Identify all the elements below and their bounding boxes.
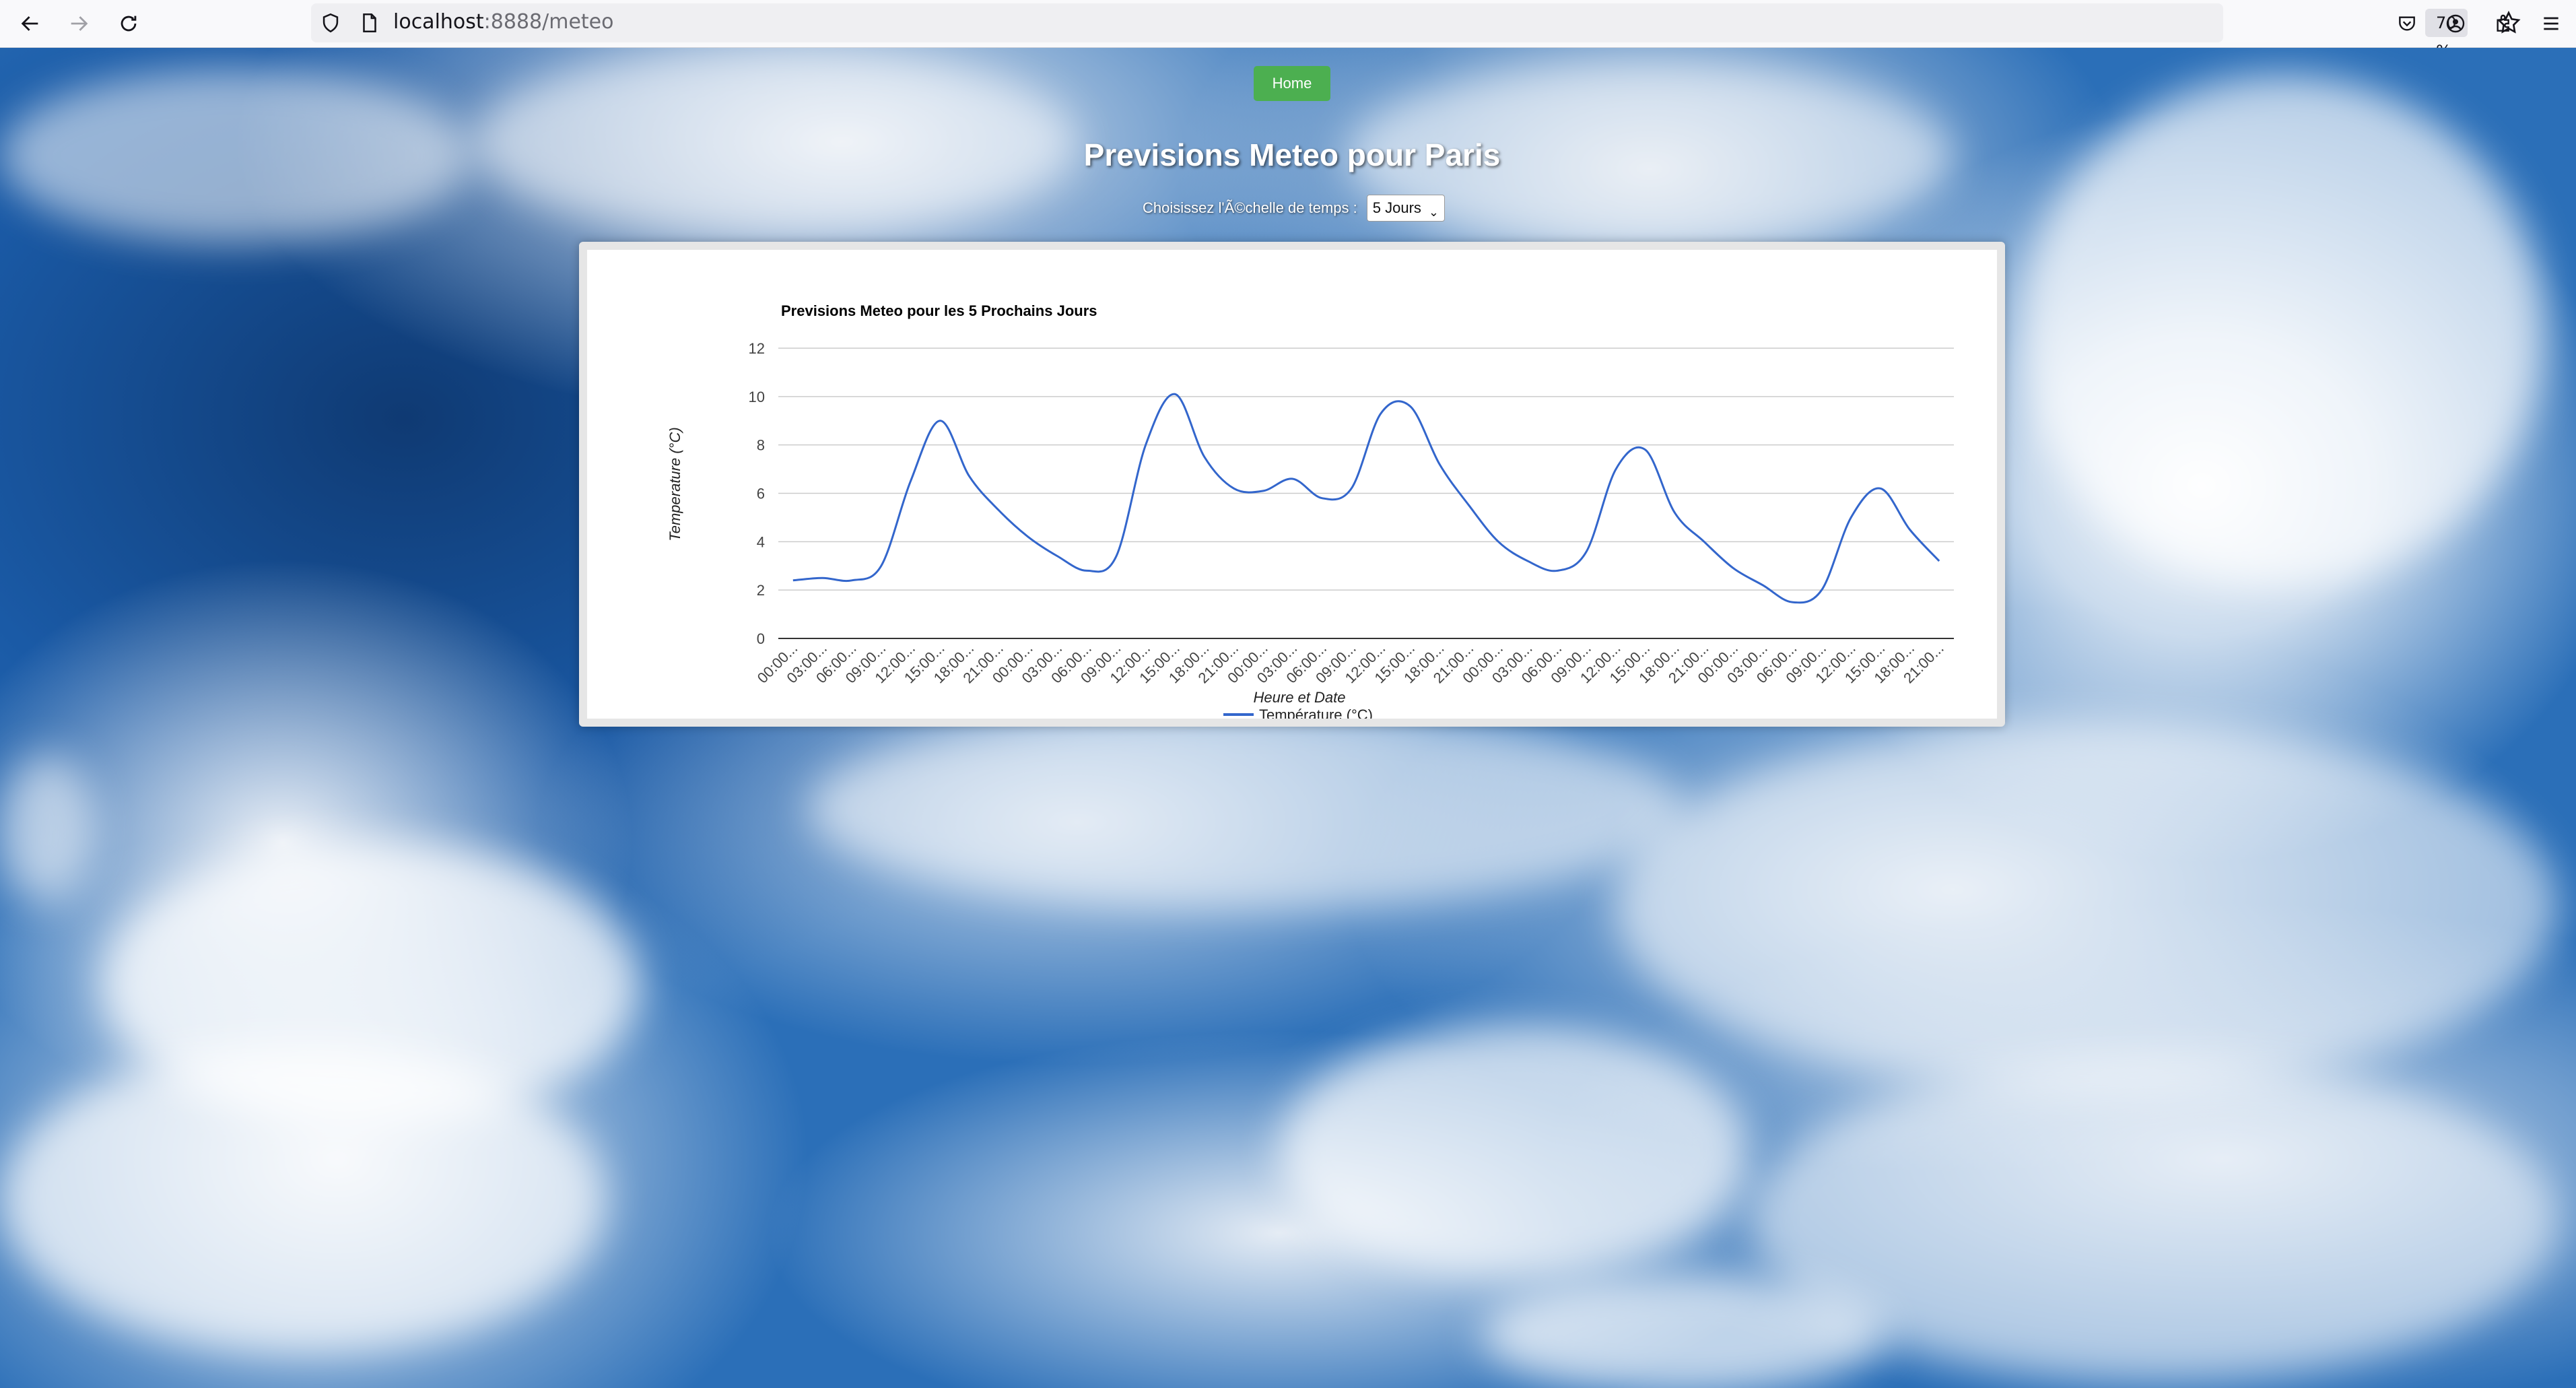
chart-card: 0 2 4 6 8 10 12 00:00... 03:00... 06:00... 09:00.… (579, 242, 2005, 727)
hamburger-menu-icon (2544, 17, 2558, 30)
time-scale-select[interactable]: 5 Jours ⌄ (1366, 195, 1445, 222)
cloud-shape (0, 755, 94, 903)
chart-title: Previsions Meteo pour les 5 Prochains Jo… (781, 302, 1097, 319)
account-button[interactable] (2439, 7, 2472, 40)
y-tick-label: 8 (757, 437, 765, 454)
page-title: Previsions Meteo pour Paris (1083, 137, 1501, 172)
pocket-button[interactable] (2390, 7, 2424, 40)
y-tick-label: 6 (757, 486, 765, 502)
cloud-shape (1616, 721, 2558, 1092)
time-scale-row: Choisissez l'Ã©chelle de temps : 5 Jours… (1143, 195, 1445, 222)
page-background: Home Previsions Meteo pour Paris Choisis… (0, 48, 2576, 1388)
x-axis-title: Heure et Date (1254, 689, 1346, 706)
forward-arrow-icon (71, 16, 88, 31)
y-tick-label: 4 (757, 533, 765, 550)
extensions-button[interactable] (2487, 7, 2521, 40)
legend-label: Température (°C) (1259, 706, 1373, 719)
puzzle-icon (2497, 14, 2509, 32)
url-bar[interactable]: localhost:8888/meteo 70 % (311, 3, 2521, 61)
reload-icon (121, 15, 137, 32)
page-info-icon[interactable] (358, 11, 381, 34)
back-arrow-icon (21, 16, 38, 31)
y-tick-label: 12 (749, 340, 765, 357)
y-tick-label: 2 (757, 582, 765, 599)
browser-toolbar: localhost:8888/meteo 70 % (0, 0, 2576, 61)
temperature-chart: 0 2 4 6 8 10 12 00:00...03:00...06:00...09:00.… (667, 302, 1954, 719)
cloud-shape (0, 1045, 606, 1354)
url-path: :8888/meteo (483, 10, 614, 34)
url-host: localhost (393, 10, 484, 34)
temperature-series-line (792, 393, 1940, 604)
home-button[interactable]: Home (1254, 66, 1330, 101)
time-scale-label: Choisissez l'Ã©chelle de temps : (1143, 199, 1357, 216)
pocket-icon (2399, 16, 2415, 31)
forward-button[interactable] (61, 5, 97, 42)
back-button[interactable] (12, 5, 48, 42)
url-text[interactable]: localhost:8888/meteo (393, 9, 614, 36)
y-axis-ticks: 0 2 4 6 8 10 12 (749, 340, 765, 647)
x-axis-ticks: 00:00...03:00...06:00...09:00...12:00...… (754, 640, 1947, 687)
tracking-shield-icon[interactable] (319, 11, 342, 34)
y-tick-label: 10 (749, 389, 765, 405)
chevron-down-icon: ⌄ (1428, 205, 1439, 219)
account-icon (2446, 14, 2465, 33)
reload-button[interactable] (110, 5, 147, 42)
cloud-shape (1481, 1274, 1885, 1388)
time-scale-selected: 5 Jours (1372, 199, 1421, 216)
menu-button[interactable] (2534, 7, 2568, 40)
cloud-shape (808, 708, 1683, 910)
y-axis-title: Temperature (°C) (667, 427, 683, 541)
cloud-shape (1279, 1024, 1751, 1280)
y-tick-label: 0 (757, 630, 765, 647)
